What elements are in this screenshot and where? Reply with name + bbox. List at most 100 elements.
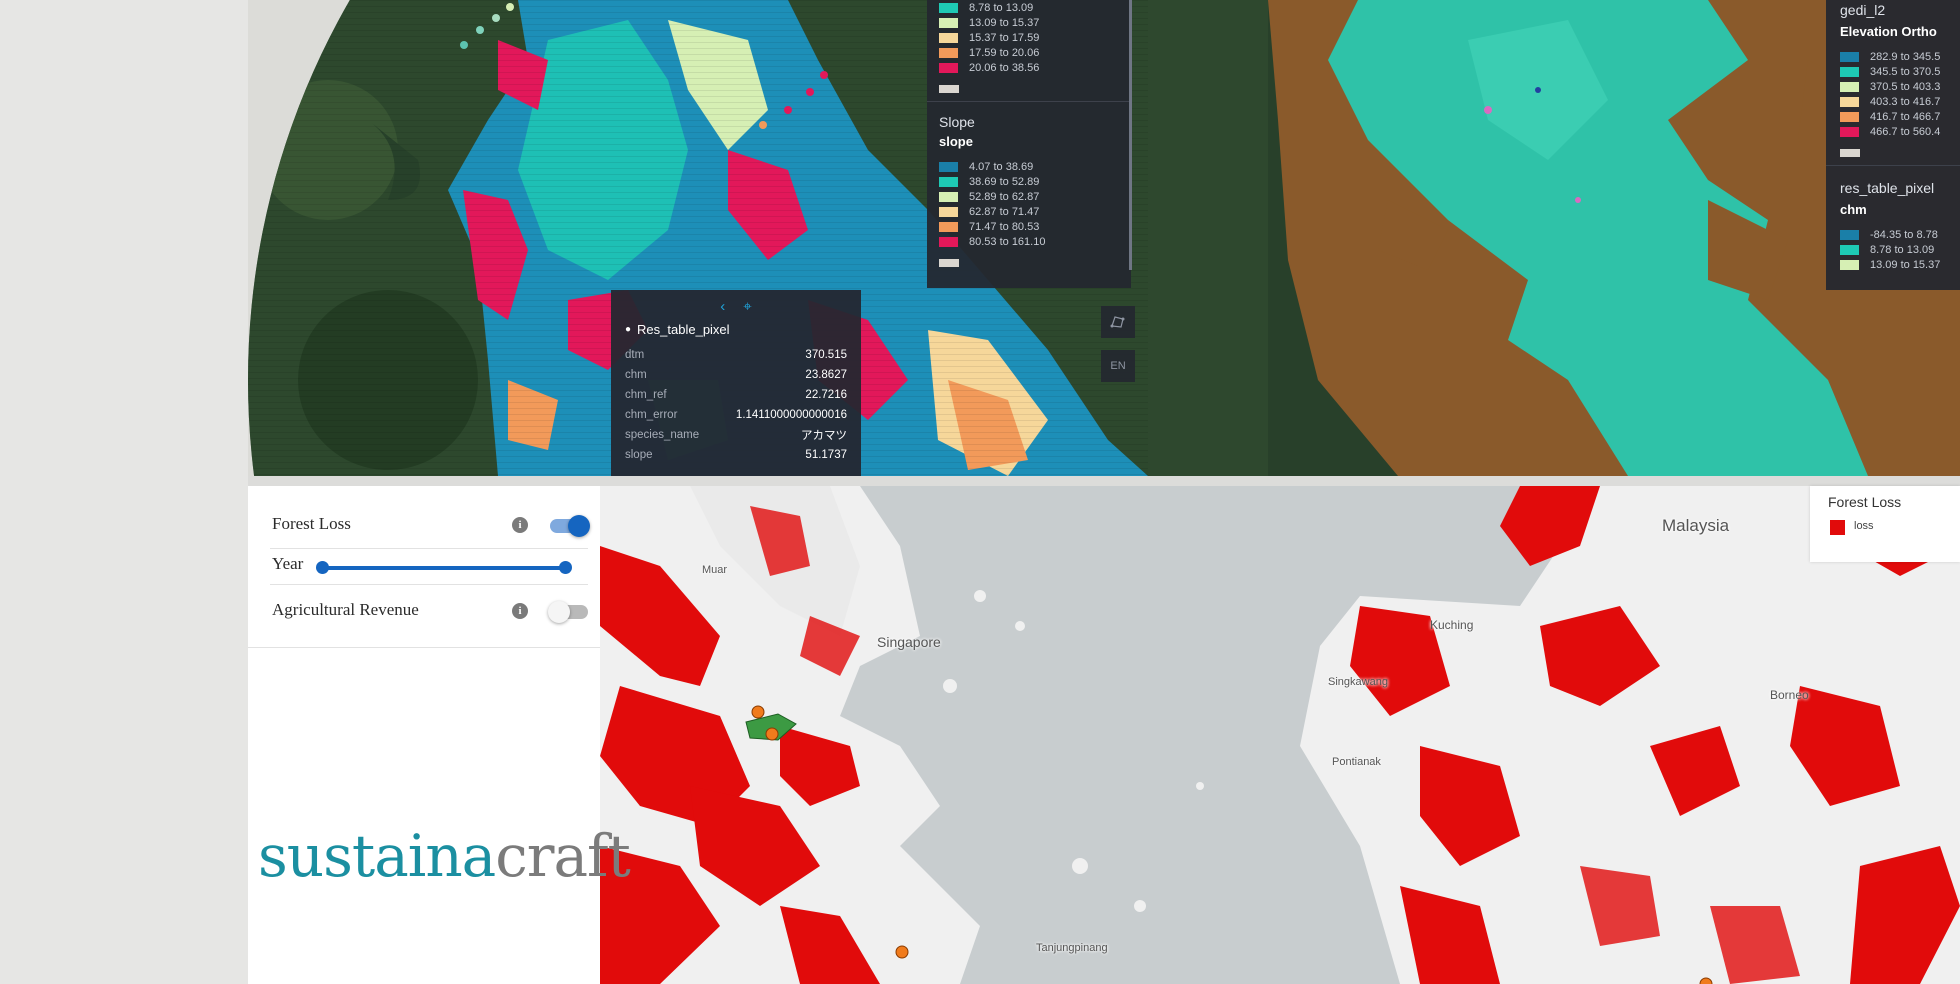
database-icon: ● [625,324,632,335]
legend-row: -84.35 to 8.78 [1840,227,1946,242]
legend-res-subtitle: chm [1840,202,1867,217]
map-label-tanjungpinang: Tanjungpinang [1036,942,1108,954]
year-label: Year [272,554,304,573]
year-slider-start-handle[interactable] [316,561,329,574]
tooltip-key: chm_error [625,409,678,421]
legend-row: 13.09 to 15.37 [1840,257,1946,272]
legend-swatch [939,176,958,187]
forest-loss-legend-title: Forest Loss [1828,494,1902,510]
legend-swatch [939,221,958,232]
legend-rows-gedi: 282.9 to 345.5 345.5 to 370.5 370.5 to 403… [1840,49,1946,139]
map-label-singkawang: Singkawang [1328,676,1388,688]
tooltip-key: chm [625,369,647,381]
legend-swatch [1840,96,1859,107]
loss-swatch [1830,520,1845,535]
pixel-info-tooltip: ‹ ⌖ ● Res_table_pixel dtm 370.515 chm 23.862… [611,290,861,476]
legend-swatch [939,236,958,247]
year-range-slider[interactable] [316,561,572,574]
info-icon[interactable]: i [512,517,528,533]
pin-icon[interactable]: ⌖ [743,298,751,318]
legend-swatch [939,47,958,58]
tooltip-row: chm_ref 22.7216 [625,385,847,405]
legend-null-swatch [939,85,959,93]
legend-range-label: 403.3 to 416.7 [1870,95,1941,108]
tooltip-value: 51.1737 [805,449,847,461]
agricultural-revenue-toggle[interactable] [548,601,588,623]
legend-swatch [1840,111,1859,122]
tooltip-row: dtm 370.515 [625,345,847,365]
legend-range-label: 62.87 to 71.47 [969,205,1040,218]
legend-row: 17.59 to 20.06 [939,45,1119,60]
chevron-left-icon[interactable]: ‹ [720,298,725,318]
legend-row: 15.37 to 17.59 [939,30,1119,45]
info-icon[interactable]: i [512,603,528,619]
legend-gedi-subtitle: Elevation Ortho [1840,24,1937,39]
layer-control-panel: Forest Loss i Year Agricultural Revenue … [248,486,600,648]
legend-row: 4.07 to 38.69 [939,159,1119,174]
legend-swatch [939,191,958,202]
legend-swatch [1840,51,1859,62]
map-label-borneo: Borneo [1770,688,1809,702]
legend-swatch [1840,81,1859,92]
legend-range-label: 17.59 to 20.06 [969,46,1040,59]
tooltip-key: chm_ref [625,389,667,401]
tooltip-value: 370.515 [805,349,847,361]
legend-range-label: 20.06 to 38.56 [969,61,1040,74]
legend-swatch [1840,244,1859,255]
legend-range-label: 4.07 to 38.69 [969,160,1034,173]
legend-rows-top: 8.78 to 13.09 13.09 to 15.37 15.37 to 17.5… [939,0,1119,75]
forest-loss-map[interactable]: Singapore Malaysia Kuching Borneo Muar S… [600,486,1960,984]
language-button[interactable]: EN [1101,350,1135,382]
tooltip-row: chm 23.8627 [625,365,847,385]
map-label-malaysia: Malaysia [1662,516,1730,535]
forest-loss-label: Forest Loss [272,514,351,533]
legend-range-label: 466.7 to 560.4 [1870,125,1941,138]
legend-row: 38.69 to 52.89 [939,174,1119,189]
tooltip-value: アカマツ [801,430,847,442]
legend-row: 282.9 to 345.5 [1840,49,1946,64]
panel-blank-area [248,648,600,984]
tooltip-rows: dtm 370.515 chm 23.8627 chm_ref 22.7216 chm_er… [625,345,847,465]
legend-range-label: 416.7 to 466.7 [1870,110,1941,123]
legend-range-label: 282.9 to 345.5 [1870,50,1941,63]
tooltip-row: slope 51.1737 [625,445,847,465]
year-slider-end-handle[interactable] [559,561,572,574]
tooltip-value: 22.7216 [805,389,847,401]
legend-row: 403.3 to 416.7 [1840,94,1946,109]
legend-range-label: 345.5 to 370.5 [1870,65,1941,78]
legend-res-title: res_table_pixel [1840,180,1935,196]
map-label-singapore: Singapore [877,634,941,650]
legend-null-swatch [1840,149,1860,157]
legend-range-label: 370.5 to 403.3 [1870,80,1941,93]
sustainacraft-logo: sustainacraft [258,822,631,890]
polygon-draw-icon[interactable] [1101,306,1135,338]
legend-gedi-title: gedi_l2 [1840,2,1886,18]
legend-range-label: 8.78 to 13.09 [1870,243,1935,256]
legend-range-label: 15.37 to 17.59 [969,31,1040,44]
legend-range-label: 80.53 to 161.10 [969,235,1046,248]
legend-row: 62.87 to 71.47 [939,204,1119,219]
legend-swatch [939,2,958,13]
legend-slope-title: Slope [939,114,975,130]
legend-row: 71.47 to 80.53 [939,219,1119,234]
legend-row: 13.09 to 15.37 [939,15,1119,30]
legend-row: 8.78 to 13.09 [939,0,1119,15]
legend-swatch [1840,66,1859,77]
legend-scrollbar[interactable] [1129,0,1132,270]
legend-swatch [939,62,958,73]
legend-range-label: -84.35 to 8.78 [1870,228,1938,241]
tooltip-value: 1.1411000000000016 [735,409,847,421]
map-label-pontianak: Pontianak [1332,756,1381,768]
legend-range-label: 52.89 to 62.87 [969,190,1040,203]
legend-range-label: 8.78 to 13.09 [969,1,1034,14]
map-label-kuching: Kuching [1430,618,1474,632]
forest-loss-toggle[interactable] [550,515,590,537]
panel-divider [248,476,1960,486]
legend-panel-right: gedi_l2 Elevation Ortho 282.9 to 345.5 34… [1826,0,1960,290]
legend-swatch [939,161,958,172]
divider [270,548,588,549]
legend-swatch [1840,259,1859,270]
legend-row: 80.53 to 161.10 [939,234,1119,249]
divider [270,584,588,585]
legend-range-label: 13.09 to 15.37 [969,16,1040,29]
